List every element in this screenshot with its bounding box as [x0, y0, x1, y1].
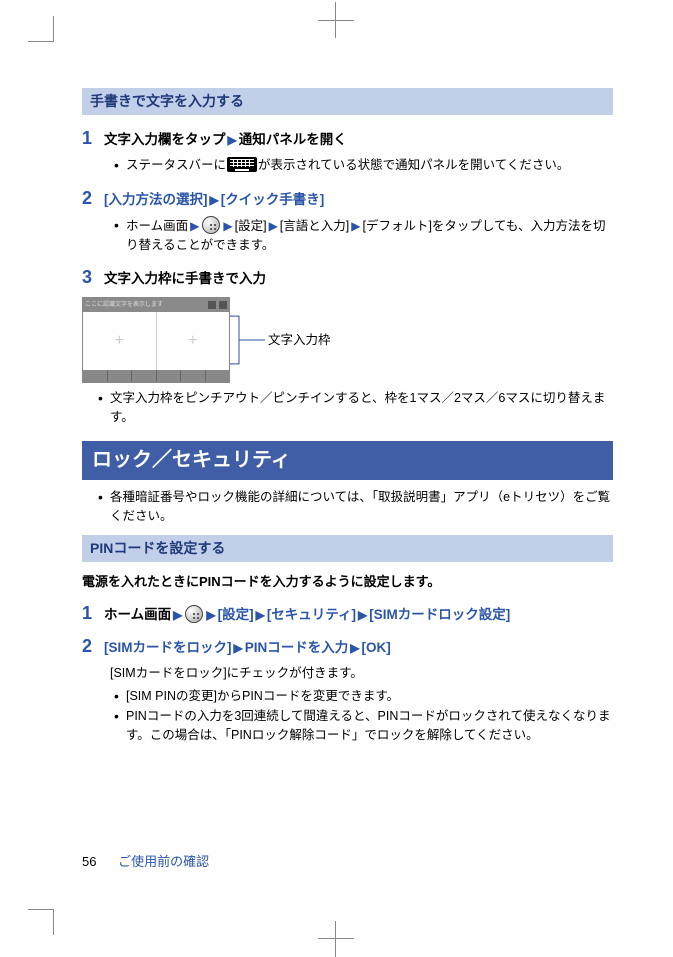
subsection-handwrite: 手書きで文字を入力する: [82, 88, 613, 115]
subsection-pin: PINコードを設定する: [82, 535, 613, 562]
step-2-bullet: ホーム画面[設定][言語と入力][デフォルト]をタップしても、入力方法を切り替え…: [112, 216, 613, 255]
pin1-p2: [SIMカードロック設定]: [369, 607, 510, 622]
pin1-p1: [セキュリティ]: [267, 607, 356, 622]
step-3: 3 文字入力枠に手書きで入力: [82, 264, 613, 291]
step-1-title-a: 文字入力欄をタップ: [104, 132, 226, 147]
step-number: 2: [82, 185, 104, 212]
arrow-icon: [356, 608, 369, 622]
step-2-title-a: [入力方法の選択]: [104, 192, 208, 207]
handwrite-figure: ここに認識文字を表示します + + 文字入力枠: [82, 297, 613, 383]
step-2-title: [入力方法の選択] [クイック手書き]: [104, 190, 324, 210]
pin-step-1: 1 ホーム画面 [設定] [セキュリティ] [SIMカードロック設定]: [82, 600, 613, 627]
arrow-icon: [221, 219, 234, 233]
step-2: 2 [入力方法の選択][クイック手書き] ホーム画面[設定][言語と入力][デフ…: [82, 185, 613, 255]
step-1-bullet-a: ステータスバーに: [126, 158, 226, 172]
pin-lead: 電源を入れたときにPINコードを入力するように設定します。: [82, 572, 613, 592]
step-3-title: 文字入力枠に手書きで入力: [104, 269, 266, 289]
step-number: 3: [82, 264, 104, 291]
step-2-title-b: [クイック手書き]: [221, 192, 325, 207]
pin2-bullet-0: [SIM PINの変更]からPINコードを変更できます。: [112, 687, 613, 706]
crop-mark-tl: [28, 16, 54, 42]
step-1-title: 文字入力欄をタップ通知パネルを開く: [104, 130, 347, 150]
callout-connector: [230, 297, 268, 383]
footer-text: ご使用前の確認: [118, 854, 209, 869]
lock-section-bullet: 各種暗証番号やロック機能の詳細については、「取扱説明書」アプリ（eトリセツ）をご…: [96, 488, 613, 526]
hw-cell: +: [83, 312, 157, 370]
step-1: 1 文字入力欄をタップ通知パネルを開く ステータスバーに が表示されている状態で通…: [82, 125, 613, 175]
pin2-after: [SIMカードをロック]にチェックが付きます。: [110, 664, 613, 683]
step-1-title-b: 通知パネルを開く: [239, 132, 347, 147]
pin2-p2: [OK]: [361, 640, 390, 655]
step-number: 1: [82, 600, 104, 627]
pin2-p0: [SIMカードをロック]: [104, 640, 232, 655]
step-1-bullet: ステータスバーに が表示されている状態で通知パネルを開いてください。: [112, 156, 613, 175]
hw-bottom-bar: [83, 370, 229, 382]
arrow-icon: [188, 219, 201, 233]
pin-step-1-title: ホーム画面 [設定] [セキュリティ] [SIMカードロック設定]: [104, 605, 510, 625]
arrow-icon: [208, 193, 221, 207]
step-2-bullet-lead: ホーム画面: [126, 219, 188, 233]
section-lock-security: ロック／セキュリティ: [82, 441, 613, 480]
step-1-bullet-b: が表示されている状態で通知パネルを開いてください。: [258, 158, 569, 172]
handwrite-panel: ここに認識文字を表示します + +: [82, 297, 230, 383]
page-number: 56: [82, 854, 96, 869]
crop-mark-bl: [28, 909, 54, 935]
step-number: 2: [82, 633, 104, 660]
arrow-icon: [226, 133, 239, 147]
hw-cell: +: [157, 312, 230, 370]
step-number: 1: [82, 125, 104, 152]
pin2-p1: PINコードを入力: [245, 640, 349, 655]
pin-step-2-title: [SIMカードをロック] PINコードを入力 [OK]: [104, 638, 391, 658]
step-2-p0: [設定]: [235, 219, 267, 233]
page-footer: 56 ご使用前の確認: [82, 852, 209, 872]
arrow-icon: [232, 641, 245, 655]
callout-label: 文字入力枠: [268, 331, 331, 350]
arrow-icon: [267, 219, 280, 233]
arrow-icon: [348, 641, 361, 655]
pin1-a: ホーム画面: [104, 607, 171, 622]
arrow-icon: [254, 608, 267, 622]
keyboard-icon: [227, 157, 257, 172]
apps-icon: [185, 605, 203, 623]
arrow-icon: [171, 608, 184, 622]
step-2-p1: [言語と入力]: [280, 219, 349, 233]
hw-placeholder: ここに認識文字を表示します: [85, 301, 163, 310]
pin2-bullet-1: PINコードの入力を3回連続して間違えると、PINコードがロックされて使えなくな…: [112, 707, 613, 745]
pin1-p0: [設定]: [218, 607, 254, 622]
apps-icon: [202, 216, 220, 234]
step-3-bullet: 文字入力枠をピンチアウト／ピンチインすると、枠を1マス／2マス／6マスに切り替え…: [96, 389, 613, 427]
pin-step-2: 2 [SIMカードをロック] PINコードを入力 [OK] [SIMカードをロック]…: [82, 633, 613, 745]
arrow-icon: [204, 608, 217, 622]
hw-top-icons: [208, 301, 227, 309]
arrow-icon: [349, 219, 362, 233]
